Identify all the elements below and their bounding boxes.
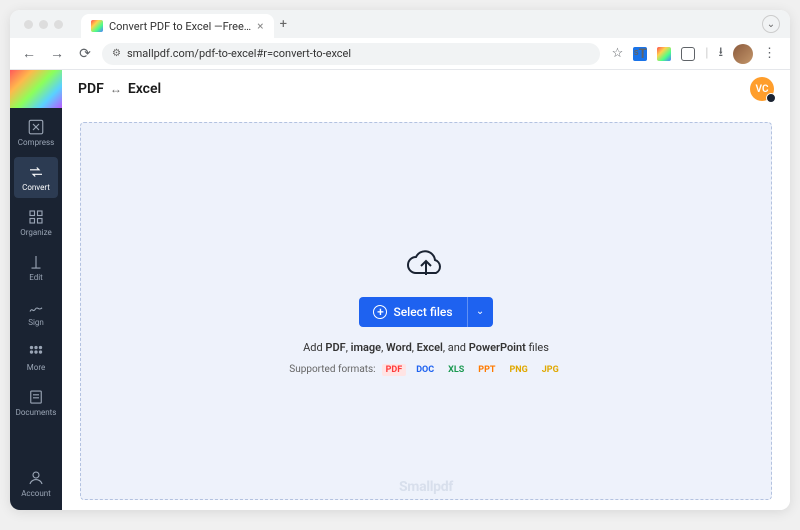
url-text: smallpdf.com/pdf-to-excel#r=convert-to-e… bbox=[127, 47, 351, 60]
smallpdf-extension-icon[interactable] bbox=[657, 47, 671, 61]
select-files-button[interactable]: + Select files bbox=[359, 297, 466, 327]
plus-circle-icon: + bbox=[373, 305, 387, 319]
supported-formats: Supported formats: PDF DOC XLS PPT PNG J… bbox=[289, 364, 562, 376]
tab-title: Convert PDF to Excel —Free… bbox=[109, 20, 251, 33]
sidebar-item-sign[interactable]: Sign bbox=[14, 292, 58, 333]
format-badge-doc: DOC bbox=[412, 364, 438, 376]
watermark: Smallpdf bbox=[399, 479, 453, 495]
sidebar-item-label: Account bbox=[21, 489, 51, 498]
edit-icon bbox=[27, 253, 45, 271]
sidebar-item-label: Organize bbox=[20, 228, 52, 237]
select-files-dropdown[interactable]: ⌄ bbox=[467, 297, 493, 327]
format-badge-png: PNG bbox=[505, 364, 531, 376]
main-panel: PDF ↔ Excel VC + Se bbox=[62, 70, 790, 510]
upload-hint: Add PDF, image, Word, Excel, and PowerPo… bbox=[303, 341, 549, 354]
page-header: PDF ↔ Excel VC bbox=[62, 70, 790, 108]
reload-button[interactable]: ⟳ bbox=[74, 43, 96, 65]
app-logo[interactable] bbox=[10, 70, 62, 108]
sidebar-item-organize[interactable]: Organize bbox=[14, 202, 58, 243]
account-icon bbox=[27, 469, 45, 487]
documents-icon bbox=[27, 388, 45, 406]
translate-icon[interactable]: ˢT bbox=[633, 47, 647, 61]
swap-icon: ↔ bbox=[110, 82, 122, 96]
sidebar-item-label: Edit bbox=[29, 273, 43, 282]
convert-icon bbox=[27, 163, 45, 181]
close-icon[interactable]: × bbox=[257, 19, 263, 33]
page-title: PDF ↔ Excel bbox=[78, 81, 161, 97]
back-button[interactable]: ← bbox=[18, 43, 40, 65]
sidebar-item-edit[interactable]: Edit bbox=[14, 247, 58, 288]
title-to: Excel bbox=[128, 81, 161, 97]
cloud-upload-icon bbox=[404, 247, 448, 283]
select-files-label: Select files bbox=[393, 305, 452, 319]
sidebar-item-label: Sign bbox=[28, 318, 44, 327]
sidebar: Compress Convert Organize Edit Sign More bbox=[10, 70, 62, 510]
browser-window: Convert PDF to Excel —Free… × + ⌄ ← → ⟳ … bbox=[10, 10, 790, 510]
sidebar-item-more[interactable]: More bbox=[14, 337, 58, 378]
extensions-icon[interactable] bbox=[681, 47, 695, 61]
supported-label: Supported formats: bbox=[289, 364, 375, 375]
title-from: PDF bbox=[78, 81, 104, 97]
download-icon[interactable]: ⭳ bbox=[718, 43, 723, 65]
address-bar: ← → ⟳ ⚙ smallpdf.com/pdf-to-excel#r=conv… bbox=[10, 38, 790, 70]
tab-overflow-button[interactable]: ⌄ bbox=[762, 15, 780, 33]
bookmark-icon[interactable]: ☆ bbox=[612, 46, 624, 61]
organize-icon bbox=[27, 208, 45, 226]
sidebar-item-documents[interactable]: Documents bbox=[14, 382, 58, 423]
format-badge-xls: XLS bbox=[444, 364, 468, 376]
kebab-menu-icon[interactable]: ⋮ bbox=[763, 46, 776, 61]
sign-icon bbox=[27, 298, 45, 316]
compress-icon bbox=[27, 118, 45, 136]
content-area: Compress Convert Organize Edit Sign More bbox=[10, 70, 790, 510]
format-badge-ppt: PPT bbox=[474, 364, 499, 376]
select-files-group: + Select files ⌄ bbox=[359, 297, 492, 327]
tab-strip: Convert PDF to Excel —Free… × + ⌄ bbox=[10, 10, 790, 38]
window-controls[interactable] bbox=[18, 20, 69, 29]
avatar-initials: VC bbox=[756, 84, 769, 95]
more-icon bbox=[27, 343, 45, 361]
divider: | bbox=[705, 46, 708, 61]
chevron-down-icon: ⌄ bbox=[476, 306, 484, 317]
dropzone[interactable]: + Select files ⌄ Add PDF, image, Word, E… bbox=[80, 122, 772, 500]
sidebar-item-convert[interactable]: Convert bbox=[14, 157, 58, 198]
browser-tab[interactable]: Convert PDF to Excel —Free… × bbox=[81, 14, 274, 38]
format-badge-pdf: PDF bbox=[382, 364, 407, 376]
sidebar-item-compress[interactable]: Compress bbox=[14, 112, 58, 153]
sidebar-item-label: Documents bbox=[16, 408, 57, 417]
user-avatar[interactable]: VC bbox=[750, 77, 774, 101]
profile-avatar[interactable] bbox=[733, 44, 753, 64]
format-badge-jpg: JPG bbox=[538, 364, 563, 376]
url-field[interactable]: ⚙ smallpdf.com/pdf-to-excel#r=convert-to… bbox=[102, 43, 600, 65]
sidebar-item-label: Compress bbox=[18, 138, 54, 147]
sidebar-item-label: Convert bbox=[22, 183, 50, 192]
sidebar-item-account[interactable]: Account bbox=[14, 463, 58, 504]
new-tab-button[interactable]: + bbox=[280, 17, 287, 32]
favicon-icon bbox=[91, 20, 103, 32]
forward-button[interactable]: → bbox=[46, 43, 68, 65]
site-settings-icon[interactable]: ⚙ bbox=[112, 48, 121, 59]
sidebar-item-label: More bbox=[27, 363, 45, 372]
canvas: + Select files ⌄ Add PDF, image, Word, E… bbox=[62, 108, 790, 510]
